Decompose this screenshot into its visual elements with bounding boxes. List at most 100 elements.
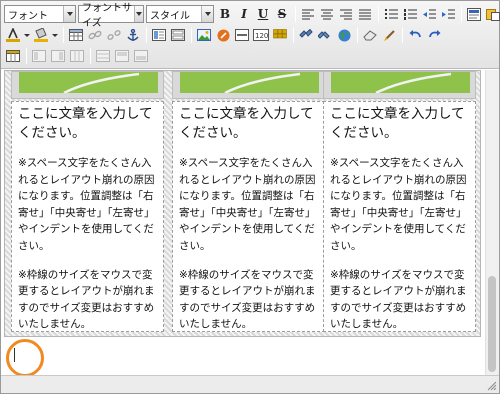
align-right-icon — [340, 9, 352, 19]
italic-button[interactable]: I — [235, 5, 253, 23]
redo-button[interactable] — [425, 26, 443, 44]
align-justify-button[interactable] — [356, 5, 374, 23]
row-layout-button[interactable] — [94, 47, 112, 65]
background-color-button[interactable] — [32, 26, 50, 44]
number-field-icon: 120 — [253, 29, 269, 41]
undo-button[interactable] — [406, 26, 424, 44]
horizontal-rule-button[interactable] — [233, 26, 251, 44]
font-select[interactable]: フォント — [4, 5, 76, 23]
replace-button[interactable] — [316, 26, 334, 44]
text-color-button[interactable] — [4, 26, 22, 44]
bullet-list-button[interactable] — [382, 5, 400, 23]
cell-split-button[interactable] — [132, 47, 150, 65]
layout-button[interactable] — [4, 47, 22, 65]
source-button[interactable] — [465, 5, 483, 23]
flash-button[interactable] — [214, 26, 232, 44]
column-insert-after-button[interactable] — [49, 47, 67, 65]
chevron-down-icon[interactable] — [51, 26, 58, 44]
indent-button[interactable] — [439, 5, 457, 23]
editor-content[interactable]: ここに文章を入力してください。 ※スペース文字をたくさん入れるとレイアウト崩れの… — [1, 70, 485, 375]
text-cell[interactable]: ここに文章を入力してください。 ※スペース文字をたくさん入れるとレイアウト崩れの… — [172, 101, 325, 332]
column-note: ※枠線のサイズをマウスで変更するとレイアウトが崩れますのでサイズ変更はおすすめい… — [18, 268, 155, 331]
paste-button[interactable] — [484, 5, 500, 23]
numbered-list-button[interactable] — [401, 5, 419, 23]
resize-grip-icon[interactable] — [486, 380, 497, 391]
link-button[interactable] — [86, 26, 104, 44]
italic-icon: I — [241, 7, 247, 21]
underline-button[interactable]: U — [254, 5, 272, 23]
outdent-button[interactable] — [420, 5, 438, 23]
toolbar-separator — [191, 27, 192, 43]
anchor-button[interactable] — [124, 26, 142, 44]
horizontal-rule-icon — [235, 29, 249, 41]
scrollbar-thumb[interactable] — [488, 276, 496, 372]
column-insert-before-button[interactable] — [30, 47, 48, 65]
align-left-button[interactable] — [299, 5, 317, 23]
column-heading: ここに文章を入力してください。 — [330, 106, 465, 141]
strikethrough-icon: S — [277, 7, 287, 21]
column-heading: ここに文章を入力してください。 — [179, 106, 314, 141]
template-button[interactable] — [150, 26, 168, 44]
toolbar-separator — [63, 27, 64, 43]
brush-button[interactable] — [380, 26, 398, 44]
align-right-button[interactable] — [337, 5, 355, 23]
column-note: ※枠線のサイズをマウスで変更するとレイアウトが崩れますのでサイズ変更はおすすめい… — [179, 268, 316, 331]
text-cell[interactable]: ここに文章を入力してください。 ※スペース文字をたくさん入れるとレイアウト崩れの… — [323, 101, 476, 332]
text-color-icon — [6, 28, 20, 42]
column-insert-before-icon — [32, 50, 46, 62]
strikethrough-button[interactable]: S — [273, 5, 291, 23]
globe-button[interactable] — [335, 26, 353, 44]
background-color-icon — [34, 28, 48, 42]
toolbar-separator — [26, 48, 27, 64]
align-justify-icon — [359, 9, 371, 19]
cell-merge-icon — [115, 50, 129, 62]
indent-icon — [441, 9, 455, 18]
unlink-button[interactable] — [105, 26, 123, 44]
column-delete-button[interactable] — [68, 47, 86, 65]
vertical-scrollbar[interactable] — [485, 70, 499, 375]
align-center-button[interactable] — [318, 5, 336, 23]
align-center-icon — [321, 9, 333, 19]
style-select[interactable]: スタイル — [146, 5, 214, 23]
row-layout-icon — [96, 50, 110, 62]
find-button[interactable] — [297, 26, 315, 44]
table-button[interactable] — [67, 26, 85, 44]
image-button[interactable] — [195, 26, 213, 44]
toolbar-separator — [357, 27, 358, 43]
number-field-button[interactable]: 120 — [252, 26, 270, 44]
landscape-image[interactable] — [19, 72, 158, 93]
chevron-down-icon — [133, 6, 143, 22]
text-cell[interactable]: ここに文章を入力してください。 ※スペース文字をたくさん入れるとレイアウト崩れの… — [11, 101, 164, 332]
chevron-down-icon[interactable] — [23, 26, 30, 44]
image-cell[interactable] — [172, 71, 325, 99]
toolbar-separator — [90, 48, 91, 64]
landscape-image[interactable] — [180, 72, 319, 93]
unlink-icon — [107, 30, 121, 40]
redo-icon — [428, 30, 440, 38]
flash-icon — [217, 29, 229, 41]
image-cell[interactable] — [323, 71, 476, 99]
layout-icon — [6, 50, 20, 62]
toolbar-row-3 — [4, 46, 151, 66]
editor-status-bar — [1, 375, 499, 393]
layout-column[interactable]: ここに文章を入力してください。 ※スペース文字をたくさん入れるとレイアウト崩れの… — [323, 71, 476, 334]
bold-button[interactable]: B — [216, 5, 234, 23]
cell-merge-button[interactable] — [113, 47, 131, 65]
column-note: ※スペース文字をたくさん入れるとレイアウト崩れの原因になります。位置調整は「右寄… — [179, 157, 316, 252]
font-size-select[interactable]: フォントサイズ — [78, 3, 144, 29]
eraser-button[interactable] — [361, 26, 379, 44]
toolbar-separator — [402, 27, 403, 43]
toolbar-row-2: 120 — [4, 25, 444, 45]
column-delete-icon — [70, 50, 84, 62]
image-cell[interactable] — [11, 71, 164, 99]
layout-column[interactable]: ここに文章を入力してください。 ※スペース文字をたくさん入れるとレイアウト崩れの… — [11, 71, 164, 334]
form-button[interactable] — [169, 26, 187, 44]
align-left-icon — [302, 9, 314, 19]
brush-icon — [383, 29, 395, 41]
column-note: ※枠線のサイズをマウスで変更するとレイアウトが崩れますのでサイズ変更はおすすめい… — [330, 268, 467, 331]
paste-icon — [486, 8, 500, 21]
layout-column[interactable]: ここに文章を入力してください。 ※スペース文字をたくさん入れるとレイアウト崩れの… — [172, 71, 325, 334]
landscape-image[interactable] — [331, 72, 470, 93]
layout-table[interactable]: ここに文章を入力してください。 ※スペース文字をたくさん入れるとレイアウト崩れの… — [4, 70, 481, 337]
special-char-button[interactable] — [271, 26, 289, 44]
